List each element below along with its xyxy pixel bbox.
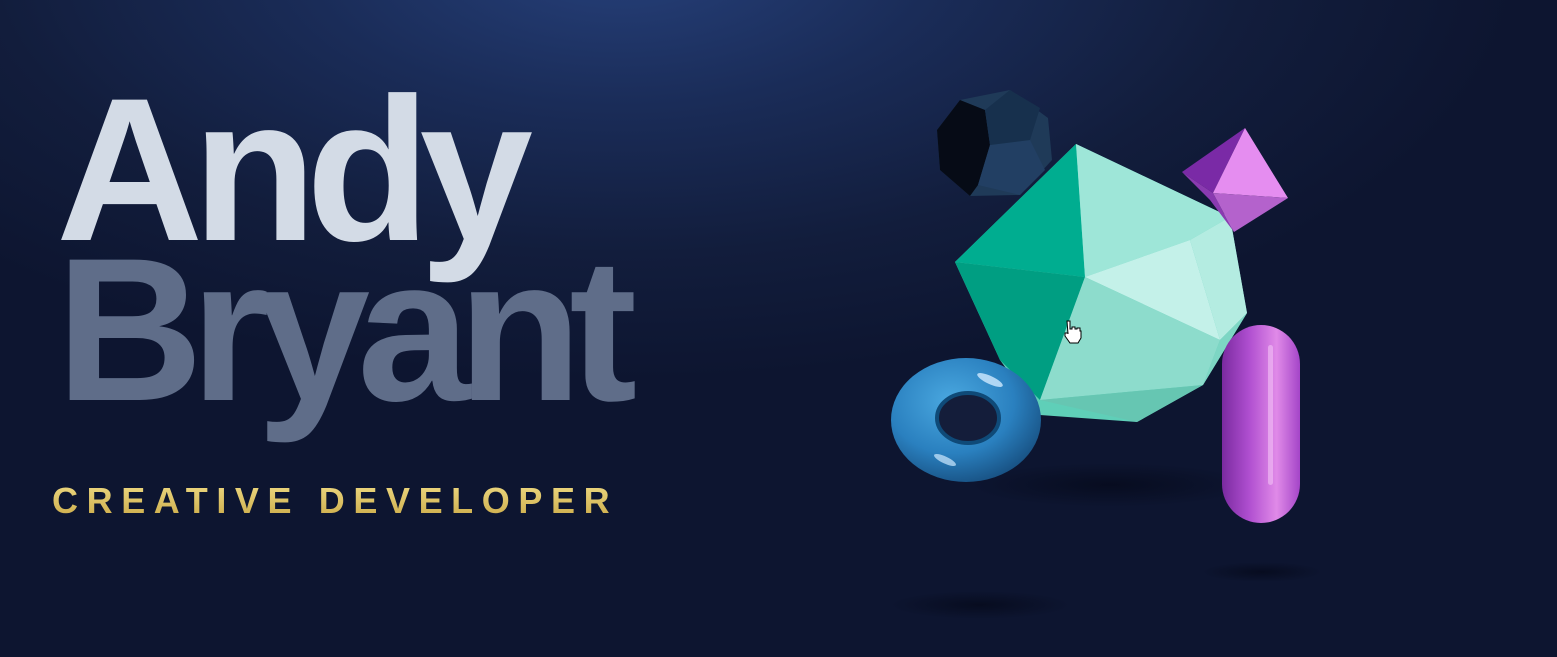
dodecahedron-shape[interactable] <box>937 90 1052 196</box>
3d-shapes-scene[interactable] <box>0 0 1557 657</box>
shadow <box>970 463 1250 507</box>
torus-shape[interactable] <box>891 358 1041 482</box>
shadow <box>890 591 1070 619</box>
shadow <box>1202 562 1322 582</box>
capsule-shape[interactable] <box>1222 325 1300 523</box>
